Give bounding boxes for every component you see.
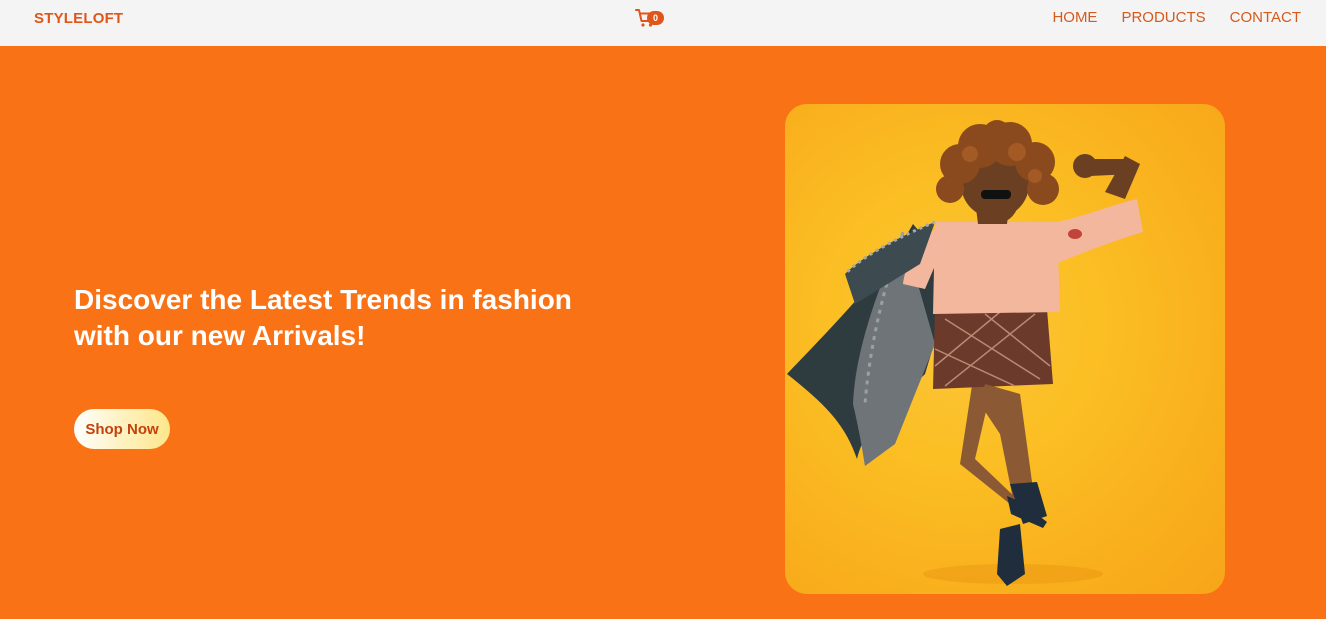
cart-button[interactable]: 0: [635, 7, 667, 29]
nav-link-home[interactable]: HOME: [1052, 9, 1097, 26]
fashion-model-illustration: [787, 120, 1143, 586]
shop-now-button[interactable]: Shop Now: [74, 409, 170, 449]
hero-title: Discover the Latest Trends in fashion wi…: [74, 284, 572, 351]
hero-section: Discover the Latest Trends in fashion wi…: [0, 46, 1326, 619]
nav-link-contact[interactable]: CONTACT: [1230, 9, 1301, 26]
nav-link-products[interactable]: PRODUCTS: [1121, 9, 1205, 26]
brand-logo[interactable]: STYLELOFT: [34, 10, 123, 27]
hero-image: [785, 104, 1225, 594]
cart-count-badge: 0: [647, 11, 664, 25]
navbar: STYLELOFT 0 HOME PRODUCTS CONTACT: [0, 0, 1326, 46]
main-nav: HOME PRODUCTS CONTACT: [1052, 9, 1301, 26]
